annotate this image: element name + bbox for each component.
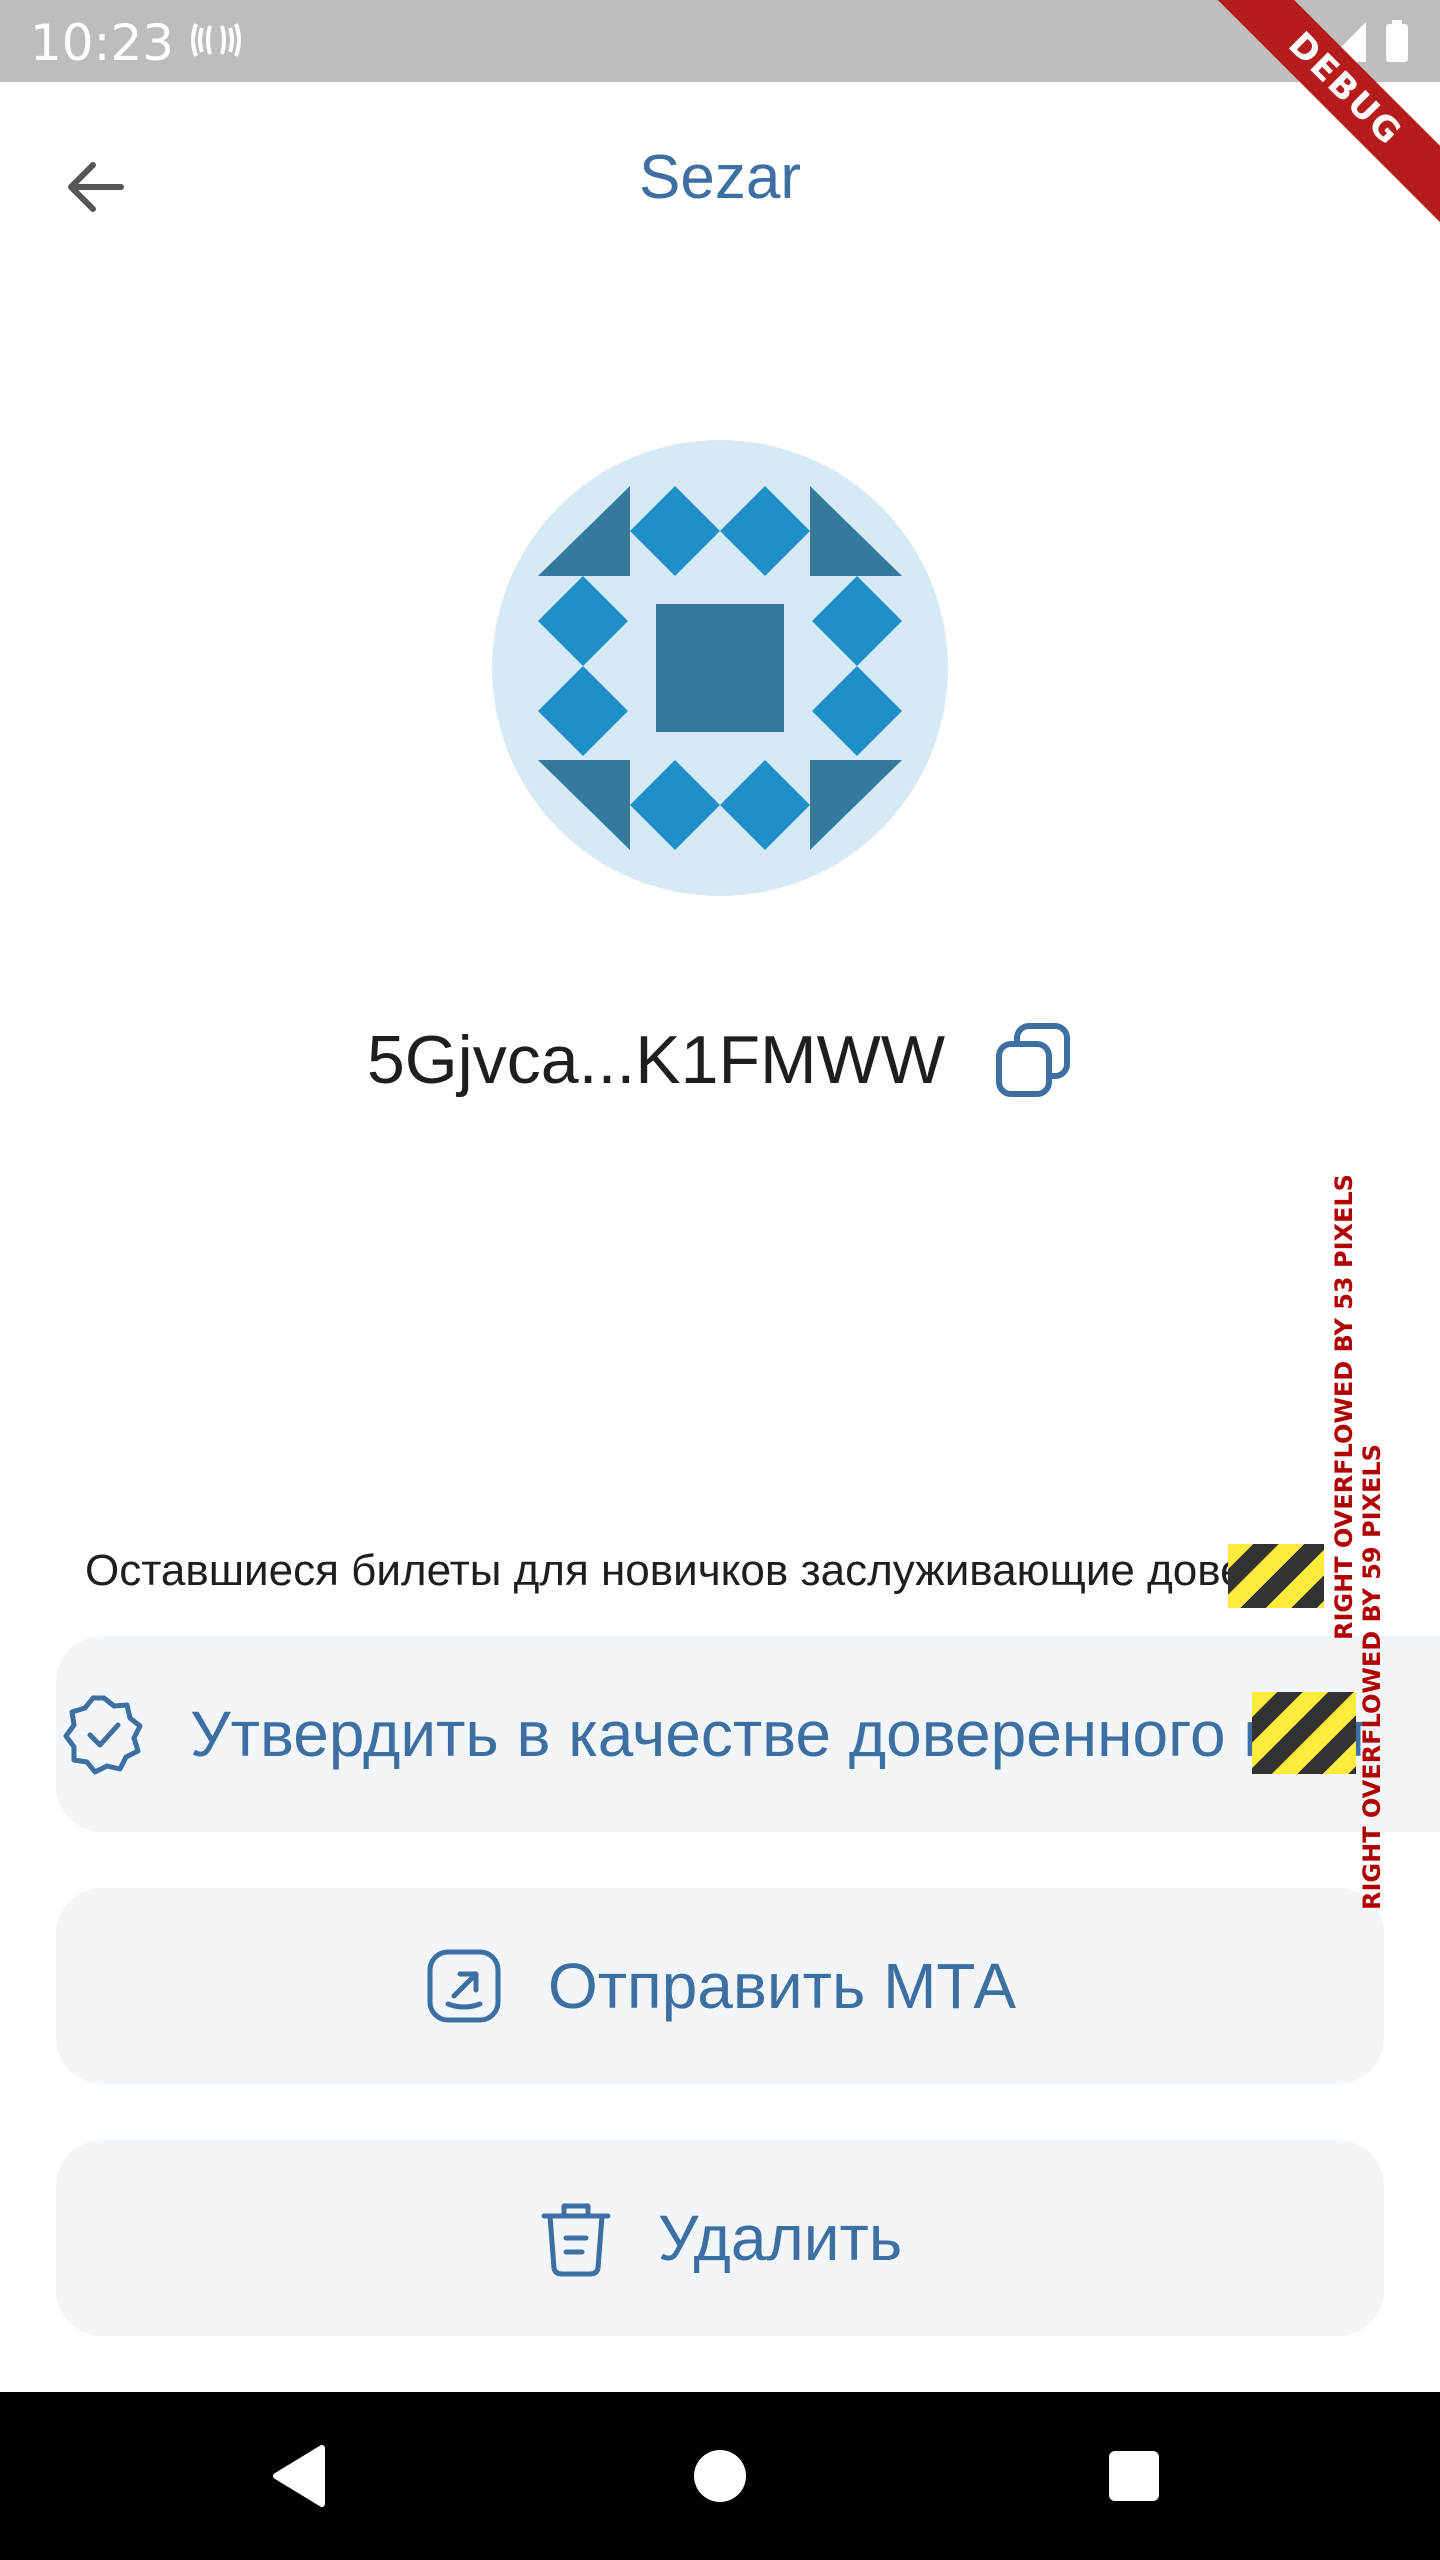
circle-home-icon bbox=[694, 2450, 746, 2502]
send-mta-button[interactable]: Отправить МТА bbox=[56, 1888, 1384, 2084]
approve-trusted-label: Утвердить в качестве доверенного конт bbox=[190, 1698, 1373, 1770]
overflow-stripe bbox=[1228, 1544, 1324, 1608]
avatar bbox=[492, 440, 948, 896]
status-bar: 10:23 bbox=[0, 0, 1440, 82]
square-recents-icon bbox=[1109, 2451, 1159, 2501]
delete-label: Удалить bbox=[657, 2202, 903, 2274]
page-title: Sezar bbox=[639, 143, 801, 212]
nav-back-button[interactable] bbox=[250, 2426, 350, 2526]
nav-home-button[interactable] bbox=[670, 2426, 770, 2526]
copy-button[interactable] bbox=[993, 1020, 1073, 1100]
overflow-warning: RIGHT OVERFLOWED BY 53 PIXELS bbox=[1330, 1174, 1358, 1640]
overflow-stripe bbox=[1252, 1692, 1356, 1774]
copy-icon bbox=[996, 1023, 1071, 1097]
verified-badge-icon bbox=[63, 1695, 143, 1775]
vibration-icon bbox=[188, 18, 244, 67]
status-time: 10:23 bbox=[30, 14, 175, 72]
delete-button[interactable]: Удалить bbox=[56, 2140, 1384, 2336]
send-mta-label: Отправить МТА bbox=[547, 1950, 1017, 2022]
address-text: 5Gjvca...K1FMWW bbox=[366, 1022, 946, 1098]
approve-trusted-button[interactable]: Утвердить в качестве доверенного конт bbox=[56, 1636, 1440, 1832]
send-arrow-icon bbox=[427, 1949, 501, 2023]
address-row: 5Gjvca...K1FMWW bbox=[0, 1010, 1440, 1110]
nav-recents-button[interactable] bbox=[1084, 2426, 1184, 2526]
trash-icon bbox=[541, 2203, 611, 2277]
triangle-back-icon bbox=[273, 2445, 325, 2507]
system-nav-bar bbox=[0, 2392, 1440, 2560]
identicon bbox=[492, 440, 948, 896]
app-bar: Sezar bbox=[0, 82, 1440, 282]
battery-icon bbox=[1386, 24, 1408, 62]
overflow-warning: RIGHT OVERFLOWED BY 59 PIXELS bbox=[1358, 1444, 1386, 1910]
